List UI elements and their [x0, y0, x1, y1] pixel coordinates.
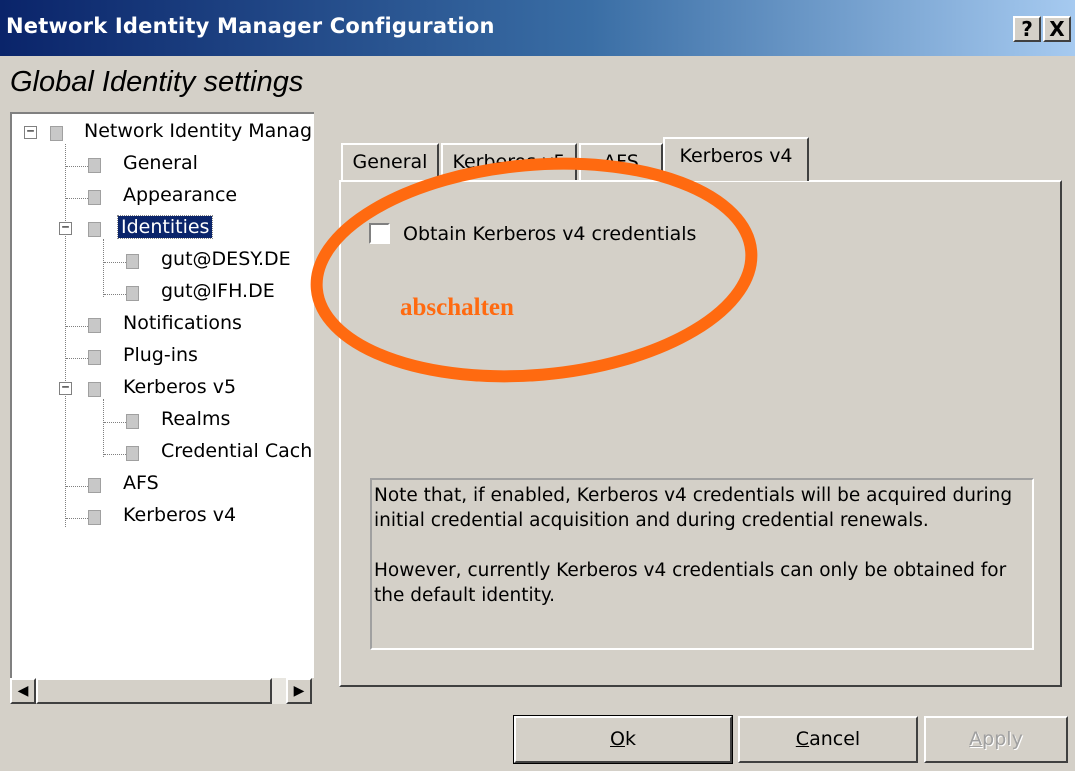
node-icon: [126, 286, 139, 301]
tree-item-label-selected: Identities: [116, 215, 214, 239]
apply-mnemonic: A: [969, 728, 983, 750]
tree-item-credential-cache[interactable]: Credential Cach: [12, 438, 312, 468]
tab-kerberos-v5[interactable]: Kerberos v5: [441, 143, 577, 181]
tab-kerberos-v4[interactable]: Kerberos v4: [663, 137, 809, 181]
node-icon: [88, 318, 101, 333]
help-button[interactable]: ?: [1013, 16, 1041, 42]
tree-item-kerberos-v5[interactable]: − Kerberos v5: [12, 374, 312, 404]
tree-item-label: Plug-ins: [123, 344, 198, 366]
tree-item-realms[interactable]: Realms: [12, 406, 312, 436]
node-icon: [88, 190, 101, 205]
tree-item-label: Credential Cach: [161, 440, 313, 462]
tab-general[interactable]: General: [341, 143, 439, 181]
tree-connector: [66, 518, 88, 519]
apply-label: pply: [982, 728, 1023, 750]
node-icon: [88, 222, 101, 237]
tree-connector: [104, 294, 126, 295]
scroll-right-button[interactable]: ▶: [286, 678, 312, 704]
scrollbar-thumb[interactable]: [36, 678, 272, 704]
node-icon: [126, 414, 139, 429]
apply-button[interactable]: Apply: [924, 716, 1068, 763]
tree-item-label: Network Identity Manag: [84, 120, 313, 142]
tree-item-identity[interactable]: gut@DESY.DE: [12, 246, 312, 276]
tab-afs[interactable]: AFS: [579, 143, 663, 181]
tree-item-appearance[interactable]: Appearance: [12, 182, 312, 212]
tree-item-label: gut@DESY.DE: [161, 248, 291, 270]
node-icon: [126, 446, 139, 461]
node-icon: [88, 158, 101, 173]
note-text-box: Note that, if enabled, Kerberos v4 crede…: [370, 478, 1034, 650]
node-icon: [88, 510, 101, 525]
note-paragraph: However, currently Kerberos v4 credentia…: [374, 560, 1007, 606]
node-icon: [50, 126, 63, 141]
tree-item-notifications[interactable]: Notifications: [12, 310, 312, 340]
tree-connector: [66, 166, 88, 167]
tree-connector: [104, 422, 126, 423]
scroll-left-button[interactable]: ◀: [10, 678, 36, 704]
settings-tree[interactable]: − Network Identity Manag General Appeara…: [10, 112, 314, 678]
ok-button[interactable]: Ok: [513, 715, 733, 764]
tree-item-label: AFS: [123, 472, 159, 494]
tree-connector: [66, 486, 88, 487]
collapse-icon[interactable]: −: [59, 381, 72, 395]
obtain-kerberos-v4-checkbox[interactable]: [369, 223, 390, 244]
cancel-label: ancel: [809, 728, 861, 750]
cancel-button[interactable]: Cancel: [738, 716, 918, 763]
tree-item-label: Kerberos v5: [123, 376, 237, 398]
checkbox-label[interactable]: Obtain Kerberos v4 credentials: [403, 223, 696, 245]
tree-item-label: Kerberos v4: [123, 504, 237, 526]
page-title: Global Identity settings: [10, 66, 304, 98]
tree-connector: [66, 198, 88, 199]
tree-connector: [104, 262, 126, 263]
tree-item-label: Appearance: [123, 184, 238, 206]
note-paragraph: Note that, if enabled, Kerberos v4 crede…: [374, 485, 1013, 531]
tree-connector: [66, 358, 88, 359]
collapse-icon[interactable]: −: [24, 125, 37, 139]
cancel-mnemonic: C: [795, 728, 810, 750]
node-icon: [88, 478, 101, 493]
collapse-icon[interactable]: −: [59, 221, 72, 235]
tree-item-plugins[interactable]: Plug-ins: [12, 342, 312, 372]
tree-item-identity[interactable]: gut@IFH.DE: [12, 278, 312, 308]
tree-item-root[interactable]: − Network Identity Manag: [12, 118, 312, 148]
node-icon: [88, 382, 101, 397]
tree-item-kerberos-v4[interactable]: Kerberos v4: [12, 502, 312, 532]
title-bar[interactable]: Network Identity Manager Configuration ?…: [0, 0, 1075, 56]
window-title: Network Identity Manager Configuration: [6, 14, 495, 38]
tree-item-label: gut@IFH.DE: [161, 280, 275, 302]
node-icon: [88, 350, 101, 365]
tree-item-identities[interactable]: − Identities: [12, 214, 312, 244]
tree-connector: [104, 454, 126, 455]
annotation-text: abschalten: [400, 294, 514, 321]
tree-horizontal-scrollbar[interactable]: ◀ ▶: [10, 678, 312, 704]
tree-connector: [66, 326, 88, 327]
node-icon: [126, 254, 139, 269]
close-button[interactable]: X: [1043, 16, 1071, 42]
tree-item-afs[interactable]: AFS: [12, 470, 312, 500]
tree-item-general[interactable]: General: [12, 150, 312, 180]
tree-item-label: Notifications: [123, 312, 242, 334]
ok-label: k: [624, 728, 636, 750]
tree-item-label: General: [123, 152, 198, 174]
ok-mnemonic: O: [610, 728, 625, 750]
tree-item-label: Realms: [161, 408, 231, 430]
